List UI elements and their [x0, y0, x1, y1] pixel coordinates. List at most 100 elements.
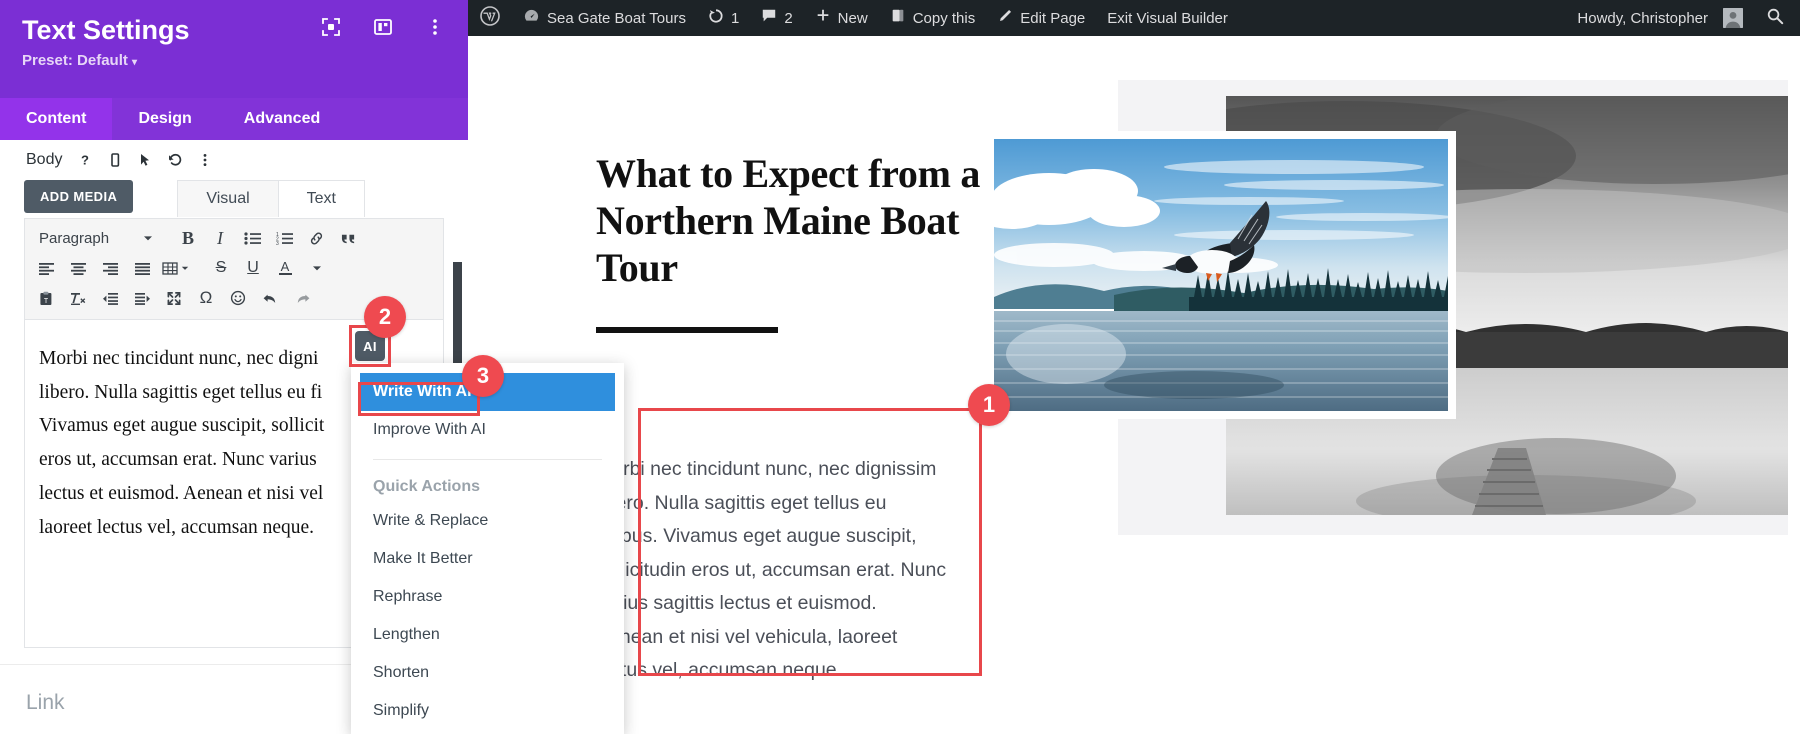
chevron-down-icon [143, 230, 153, 247]
dashboard-icon [523, 8, 540, 29]
svg-text:?: ? [81, 152, 89, 167]
bulleted-list-button[interactable] [237, 224, 267, 252]
outdent-button[interactable] [95, 284, 125, 312]
blockquote-button[interactable] [333, 224, 363, 252]
section-link-label: Link [26, 691, 65, 714]
admin-bar-left-group: Sea Gate Boat Tours 1 2 New Copy this Ed… [468, 0, 1239, 36]
align-justify-button[interactable] [127, 254, 157, 282]
chevron-down-icon [313, 266, 321, 271]
howdy-account-item[interactable]: Howdy, Christopher [1566, 0, 1754, 36]
clear-formatting-button[interactable] [63, 284, 93, 312]
avatar [1723, 8, 1743, 28]
responsive-mobile-icon[interactable] [102, 147, 128, 173]
text-color-button[interactable]: A [270, 254, 300, 282]
edit-page-item[interactable]: Edit Page [986, 0, 1096, 36]
underline-button[interactable]: U [238, 254, 268, 282]
panel-header-icons [318, 14, 448, 40]
menu-item-improve-with-ai[interactable]: Improve With AI [351, 411, 624, 449]
menu-item-simplify-label: Simplify [373, 702, 430, 719]
align-right-button[interactable] [95, 254, 125, 282]
title-divider-rule [596, 327, 778, 333]
panel-header: Text Settings Preset: Default ▾ [0, 0, 468, 98]
undo-button[interactable] [255, 284, 285, 312]
bold-button[interactable]: B [173, 224, 203, 252]
indent-button[interactable] [127, 284, 157, 312]
annotation-badge-2: 2 [364, 296, 406, 338]
add-media-button[interactable]: ADD MEDIA [24, 180, 134, 213]
more-vertical-icon[interactable] [422, 14, 448, 40]
paste-as-text-button[interactable]: T [31, 284, 61, 312]
strikethrough-button[interactable]: S [206, 254, 236, 282]
editor-mode-tabs: Visual Text [177, 180, 365, 217]
exit-visual-builder-label: Exit Visual Builder [1107, 9, 1228, 27]
text-color-dropdown[interactable] [302, 254, 332, 282]
insert-table-button[interactable] [159, 254, 192, 282]
new-content-label: New [837, 9, 868, 27]
tab-visual-editor[interactable]: Visual [177, 180, 279, 217]
fullscreen-button[interactable] [159, 284, 189, 312]
panel-tab-strip: Content Design Advanced [0, 98, 468, 140]
lake-bird-photo [986, 131, 1456, 419]
tab-content-label: Content [26, 110, 87, 127]
hover-cursor-icon[interactable] [132, 147, 158, 173]
tab-content[interactable]: Content [0, 98, 113, 140]
exit-visual-builder-item[interactable]: Exit Visual Builder [1096, 0, 1239, 36]
tab-design[interactable]: Design [112, 98, 217, 140]
format-select[interactable]: Paragraph [31, 224, 159, 252]
help-icon[interactable]: ? [72, 147, 98, 173]
new-content-item[interactable]: New [804, 0, 879, 36]
tab-text-editor[interactable]: Text [278, 180, 365, 217]
special-character-button[interactable]: Ω [191, 284, 221, 312]
menu-item-make-it-better[interactable]: Make It Better [351, 540, 624, 578]
menu-group-heading-quick-actions: Quick Actions [373, 478, 480, 495]
wordpress-logo-item[interactable] [468, 0, 512, 36]
align-left-button[interactable] [31, 254, 61, 282]
tab-advanced-label: Advanced [243, 110, 321, 127]
chevron-down-icon [181, 266, 189, 270]
layout-panel-icon[interactable] [370, 14, 396, 40]
annotation-box-3 [358, 382, 480, 416]
admin-bar-search-button[interactable] [1754, 0, 1800, 36]
numbered-list-button[interactable]: 123 [269, 224, 299, 252]
updates-count-label: 1 [730, 9, 740, 27]
annotation-badge-3: 3 [462, 355, 504, 397]
pencil-icon [997, 8, 1013, 28]
tab-advanced[interactable]: Advanced [218, 98, 346, 140]
tab-design-label: Design [138, 110, 192, 127]
updates-item[interactable]: 1 [697, 0, 750, 36]
update-refresh-icon [708, 8, 724, 28]
emoji-button[interactable] [223, 284, 253, 312]
focus-target-icon[interactable] [318, 14, 344, 40]
format-select-value: Paragraph [39, 229, 110, 247]
more-options-icon[interactable] [192, 147, 218, 173]
comments-item[interactable]: 2 [750, 0, 803, 36]
tab-visual-label: Visual [206, 190, 250, 207]
comment-bubble-icon [761, 8, 777, 28]
panel-preset-selector[interactable]: Preset: Default ▾ [22, 52, 446, 69]
site-name-item[interactable]: Sea Gate Boat Tours [512, 0, 697, 36]
menu-item-shorten[interactable]: Shorten [351, 654, 624, 692]
menu-item-lengthen[interactable]: Lengthen [351, 616, 624, 654]
menu-item-make-it-better-label: Make It Better [373, 550, 473, 567]
search-icon [1766, 7, 1784, 29]
panel-preset-label: Preset: Default [22, 52, 128, 69]
admin-bar-right-group: Howdy, Christopher [1566, 0, 1800, 36]
reset-undo-icon[interactable] [162, 147, 188, 173]
menu-item-rephrase[interactable]: Rephrase [351, 578, 624, 616]
menu-item-simplify[interactable]: Simplify [351, 692, 624, 730]
redo-button[interactable] [287, 284, 317, 312]
menu-item-shorten-label: Shorten [373, 664, 430, 681]
body-field-label: Body [26, 151, 63, 168]
editor-toolbar-row-2: S U A [31, 253, 437, 283]
menu-item-lengthen-label: Lengthen [373, 626, 440, 643]
edit-page-label: Edit Page [1020, 9, 1086, 27]
menu-item-write-and-replace[interactable]: Write & Replace [351, 502, 624, 540]
align-center-button[interactable] [63, 254, 93, 282]
menu-item-write-and-replace-label: Write & Replace [373, 512, 489, 529]
copy-this-item[interactable]: Copy this [879, 0, 987, 36]
svg-text:T: T [44, 298, 49, 305]
copy-this-label: Copy this [912, 9, 976, 27]
insert-link-button[interactable] [301, 224, 331, 252]
italic-button[interactable]: I [205, 224, 235, 252]
annotation-number-1: 1 [982, 392, 996, 417]
